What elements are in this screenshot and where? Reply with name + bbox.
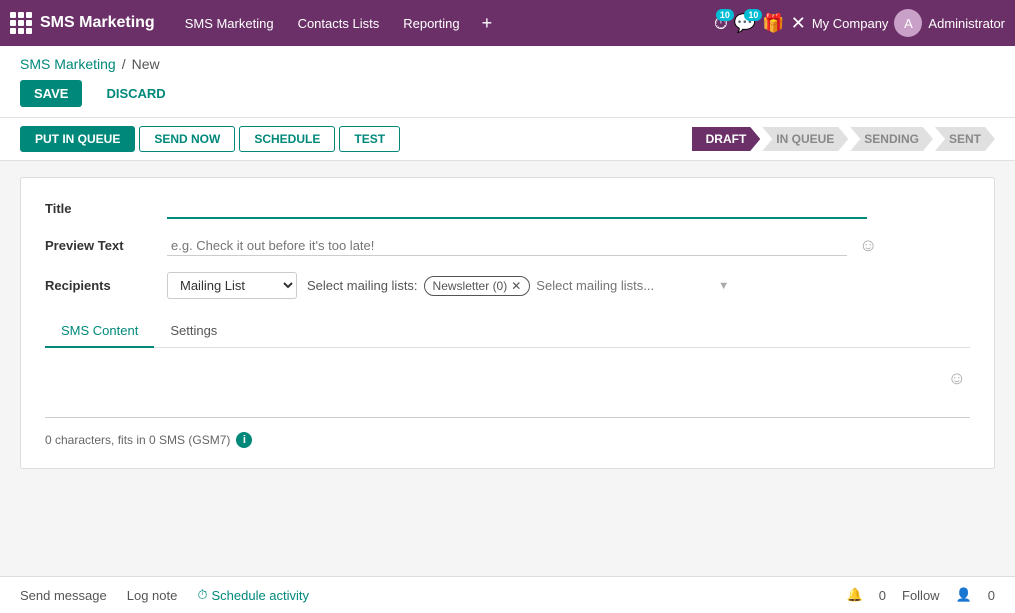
add-menu-item-button[interactable]: + [474, 9, 501, 38]
content-tabs: SMS Content Settings [45, 315, 970, 348]
send-message-button[interactable]: Send message [20, 588, 107, 603]
followers-count: 0 [879, 588, 886, 603]
preview-text-row: Preview Text ☺ [45, 235, 970, 256]
recipients-controls: Mailing List Select mailing lists: Newsl… [167, 272, 970, 299]
close-icon[interactable]: ✕ [791, 13, 806, 34]
test-button[interactable]: TEST [339, 126, 400, 152]
followers-icon: 🔔 [847, 587, 863, 603]
company-name[interactable]: My Company [812, 16, 889, 31]
recipients-row: Recipients Mailing List Select mailing l… [45, 272, 970, 299]
char-count: 0 characters, fits in 0 SMS (GSM7) i [45, 432, 970, 448]
clock-activity-icon[interactable]: ⏱ 10 [714, 13, 728, 34]
members-icon: 👤 [956, 587, 972, 603]
follow-button[interactable]: Follow [902, 588, 940, 603]
char-count-text: 0 characters, fits in 0 SMS (GSM7) [45, 433, 230, 447]
workflow-bar: PUT IN QUEUE SEND NOW SCHEDULE TEST DRAF… [0, 118, 1015, 161]
main-content: Title Preview Text ☺ Recipients Mailing … [0, 161, 1015, 549]
breadcrumb: SMS Marketing / New [20, 56, 995, 72]
schedule-clock-icon: ⏱ [197, 587, 207, 603]
nav-sms-marketing[interactable]: SMS Marketing [175, 10, 284, 37]
schedule-button[interactable]: SCHEDULE [239, 126, 335, 152]
avatar[interactable]: A [894, 9, 922, 37]
avatar-letter: A [904, 16, 913, 31]
title-label: Title [45, 201, 155, 216]
nav-reporting[interactable]: Reporting [393, 10, 469, 37]
remove-newsletter-tag[interactable]: ✕ [511, 279, 521, 293]
pipeline-sent-label: SENT [949, 132, 981, 146]
bottom-bar: Send message Log note ⏱ Schedule activit… [0, 576, 1015, 613]
log-note-button[interactable]: Log note [127, 588, 178, 603]
members-count: 0 [988, 588, 995, 603]
put-in-queue-button[interactable]: PUT IN QUEUE [20, 126, 135, 152]
preview-label: Preview Text [45, 238, 155, 253]
title-row: Title [45, 198, 970, 219]
tab-settings[interactable]: Settings [154, 315, 233, 348]
app-title: SMS Marketing [40, 14, 155, 32]
breadcrumb-current: New [132, 56, 160, 72]
pipeline-sent[interactable]: SENT [935, 127, 995, 151]
schedule-activity-label: Schedule activity [211, 588, 309, 603]
send-now-button[interactable]: SEND NOW [139, 126, 235, 152]
info-icon[interactable]: i [236, 432, 252, 448]
pipeline-in-queue-label: IN QUEUE [776, 132, 834, 146]
breadcrumb-parent[interactable]: SMS Marketing [20, 56, 116, 72]
bottom-right: 🔔 0 Follow 👤 0 [847, 587, 995, 603]
chat-icon[interactable]: 💬 10 [734, 13, 756, 34]
form-actions: SAVE DISCARD [20, 80, 995, 107]
emoji-preview-icon[interactable]: ☺ [859, 235, 877, 256]
tab-sms-content[interactable]: SMS Content [45, 315, 154, 348]
chat-badge: 10 [744, 9, 762, 21]
clock-badge: 10 [716, 9, 734, 21]
gift-icon[interactable]: 🎁 [762, 13, 784, 34]
subheader: SMS Marketing / New SAVE DISCARD [0, 46, 1015, 118]
pipeline-sending-label: SENDING [864, 132, 919, 146]
emoji-button[interactable]: ☺ [948, 368, 966, 389]
sms-content-area: ☺ [45, 364, 970, 424]
pipeline-draft-label: DRAFT [706, 132, 747, 146]
discard-button[interactable]: DISCARD [92, 80, 179, 107]
title-input[interactable] [167, 198, 867, 219]
grid-icon [10, 12, 32, 34]
form-card: Title Preview Text ☺ Recipients Mailing … [20, 177, 995, 469]
recipients-label: Recipients [45, 278, 155, 293]
pipeline-in-queue[interactable]: IN QUEUE [762, 127, 848, 151]
save-button[interactable]: SAVE [20, 80, 82, 107]
mailing-list-selector: Select mailing lists: Newsletter (0) ✕ ▼ [307, 276, 729, 296]
newsletter-tag-label: Newsletter (0) [433, 279, 508, 293]
top-menu: SMS Marketing Contacts Lists Reporting + [175, 9, 704, 38]
admin-name: Administrator [928, 16, 1005, 31]
follow-label: Follow [902, 588, 940, 603]
recipients-select[interactable]: Mailing List [167, 272, 297, 299]
sms-textarea[interactable] [45, 364, 970, 418]
app-logo[interactable]: SMS Marketing [10, 12, 155, 34]
select-mailing-label: Select mailing lists: [307, 278, 418, 293]
breadcrumb-separator: / [122, 56, 126, 72]
preview-text-input[interactable] [167, 236, 847, 256]
mailing-dropdown-arrow[interactable]: ▼ [718, 280, 729, 292]
mailing-search-input[interactable] [536, 278, 712, 293]
status-pipeline: DRAFT IN QUEUE SENDING SENT [692, 127, 995, 151]
pipeline-sending[interactable]: SENDING [850, 127, 933, 151]
nav-contacts-lists[interactable]: Contacts Lists [288, 10, 390, 37]
topnav-icons: ⏱ 10 💬 10 🎁 ✕ My Company A Administrator [714, 9, 1005, 37]
pipeline-draft[interactable]: DRAFT [692, 127, 761, 151]
schedule-activity-button[interactable]: ⏱ Schedule activity [197, 587, 309, 603]
newsletter-tag: Newsletter (0) ✕ [424, 276, 531, 296]
top-navigation: SMS Marketing SMS Marketing Contacts Lis… [0, 0, 1015, 46]
